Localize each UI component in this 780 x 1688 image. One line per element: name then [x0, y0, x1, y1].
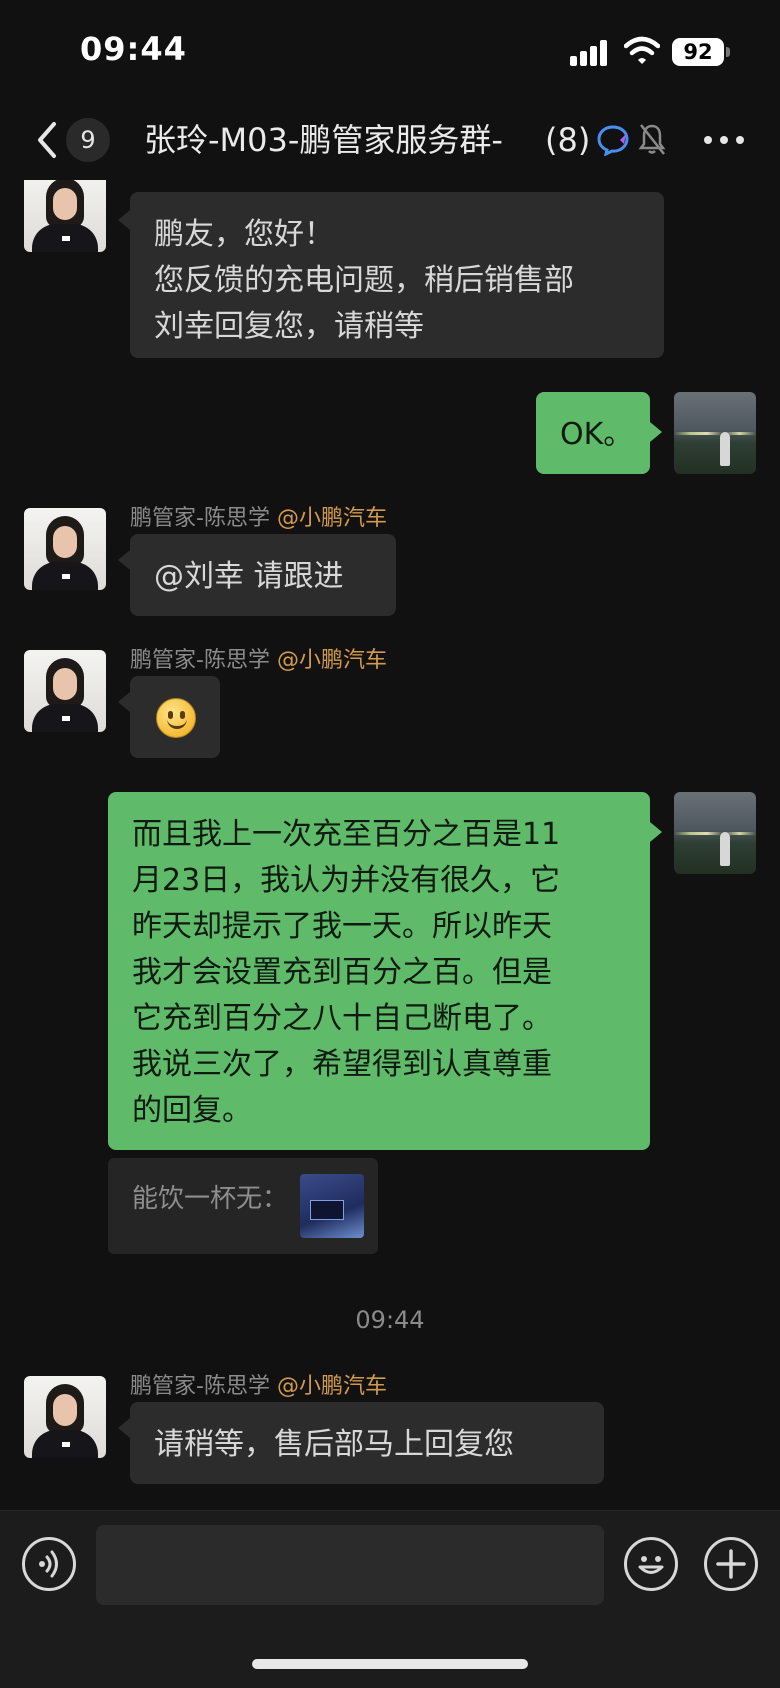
- battery-icon: 92: [672, 38, 724, 66]
- more-icon[interactable]: [704, 136, 744, 146]
- bubble-tail: [650, 822, 662, 842]
- avatar[interactable]: [24, 508, 106, 590]
- smile-emoji-icon: [156, 698, 196, 738]
- message-list[interactable]: 鹏友，您好！ 您反馈的充电问题，稍后销售部 刘幸回复您，请稍等 OK。 鹏管家-…: [0, 180, 780, 1510]
- message-line: 刘幸回复您，请稍等: [154, 309, 424, 344]
- bubble-tail: [118, 210, 130, 230]
- message-line: 月23日，我认为并没有很久，它: [132, 863, 561, 898]
- wifi-icon: [624, 36, 660, 64]
- emoji-icon[interactable]: [624, 1537, 678, 1591]
- message-input[interactable]: [96, 1525, 604, 1605]
- input-bar: [0, 1510, 780, 1688]
- sender-name-text: 鹏管家-陈思学: [130, 506, 270, 531]
- plus-icon[interactable]: [704, 1537, 758, 1591]
- message-line: 您反馈的充电问题，稍后销售部: [154, 263, 574, 298]
- message-bubble[interactable]: 鹏友，您好！ 您反馈的充电问题，稍后销售部 刘幸回复您，请稍等: [130, 192, 664, 358]
- sender-org: @小鹏汽车: [276, 1374, 387, 1399]
- sender-org: @小鹏汽车: [276, 648, 387, 673]
- member-count: (8): [545, 121, 591, 159]
- avatar[interactable]: [24, 1376, 106, 1458]
- sender-org: @小鹏汽车: [276, 506, 387, 531]
- avatar[interactable]: [24, 650, 106, 732]
- battery-tip: [726, 47, 730, 57]
- sender-name-text: 鹏管家-陈思学: [130, 648, 270, 673]
- sender-name: 鹏管家-陈思学 @小鹏汽车: [130, 500, 387, 532]
- message-line: 我说三次了，希望得到认真尊重: [132, 1047, 552, 1082]
- home-indicator: [252, 1659, 528, 1669]
- message-line: 它充到百分之八十自己断电了。: [132, 1001, 552, 1036]
- status-bar: 09:44 92: [0, 0, 780, 100]
- bubble-tail: [118, 1418, 130, 1438]
- back-icon[interactable]: [32, 120, 64, 160]
- message-bubble[interactable]: 而且我上一次充至百分之百是11 月23日，我认为并没有很久，它 昨天却提示了我一…: [108, 792, 650, 1150]
- sender-name: 鹏管家-陈思学 @小鹏汽车: [130, 642, 387, 674]
- mute-bell-icon: [638, 124, 666, 155]
- signal-icon: [570, 40, 610, 66]
- message-bubble[interactable]: 请稍等，售后部马上回复您: [130, 1402, 604, 1484]
- message-line: 鹏友，您好！: [154, 217, 334, 252]
- chat-header: 9 张玲-M03-鹏管家服务群- (8): [0, 100, 780, 180]
- message-bubble[interactable]: @刘幸 请跟进: [130, 534, 396, 616]
- sender-name: 鹏管家-陈思学 @小鹏汽车: [130, 1368, 387, 1400]
- message-bubble[interactable]: [130, 676, 220, 758]
- message-line: 昨天却提示了我一天。所以昨天: [132, 909, 552, 944]
- message-line: 的回复。: [132, 1093, 252, 1128]
- message-bubble[interactable]: OK。: [536, 392, 650, 474]
- bubble-tail: [118, 692, 130, 712]
- quote-text: 能饮一杯无：: [132, 1184, 289, 1214]
- voice-icon[interactable]: [22, 1537, 76, 1591]
- bubble-tail: [118, 550, 130, 570]
- status-time: 09:44: [80, 30, 187, 68]
- avatar[interactable]: [24, 180, 106, 252]
- message-line: 而且我上一次充至百分之百是11: [132, 817, 561, 852]
- chat-title[interactable]: 张玲-M03-鹏管家服务群-: [144, 116, 584, 164]
- sender-name-text: 鹏管家-陈思学: [130, 1374, 270, 1399]
- message-line: 我才会设置充到百分之百。但是: [132, 955, 552, 990]
- quoted-message[interactable]: 能饮一杯无：: [108, 1158, 378, 1254]
- chat-ai-icon[interactable]: [596, 124, 630, 156]
- unread-count-badge[interactable]: 9: [66, 118, 110, 162]
- timestamp: 09:44: [355, 1306, 425, 1334]
- bubble-tail: [650, 422, 662, 442]
- my-avatar[interactable]: [674, 392, 756, 474]
- my-avatar[interactable]: [674, 792, 756, 874]
- quote-image-thumbnail[interactable]: [300, 1174, 364, 1238]
